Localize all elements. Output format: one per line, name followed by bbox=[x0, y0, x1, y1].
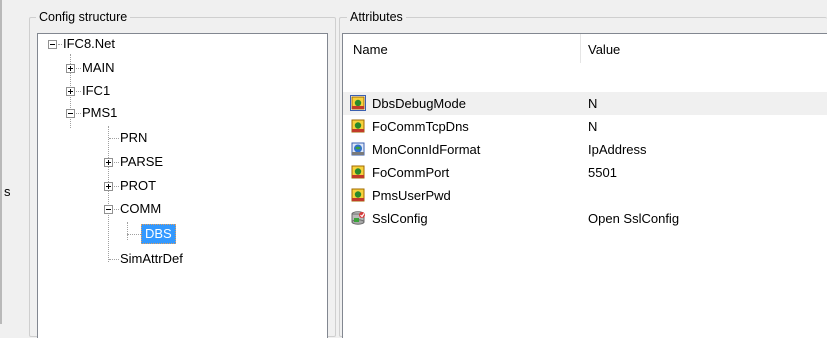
column-header-name[interactable]: Name bbox=[353, 42, 388, 57]
collapse-icon[interactable] bbox=[66, 109, 75, 118]
list-row-focommtcpdns[interactable]: FoCommTcpDns N bbox=[343, 115, 827, 138]
tree-node-label: PMS1 bbox=[82, 105, 118, 120]
tree-node-label: PROT bbox=[120, 178, 157, 193]
tree-node-label: MAIN bbox=[82, 60, 115, 75]
attribute-value: N bbox=[588, 96, 598, 111]
attributes-title: Attributes bbox=[347, 9, 406, 25]
list-row-dbsdebugmode[interactable]: DbsDebugMode N bbox=[343, 92, 827, 115]
tree-node-label: COMM bbox=[120, 201, 162, 216]
attribute-name: PmsUserPwd bbox=[372, 188, 451, 203]
attribute-name: SslConfig bbox=[372, 211, 428, 226]
attributes-list[interactable]: Name Value DbsDebugMode N FoCommTcpDns N bbox=[342, 33, 827, 338]
attribute-icon bbox=[351, 165, 365, 179]
config-tree[interactable]: IFC8.Net MAIN IFC1 PMS1 PRN PARSE PROT C… bbox=[37, 33, 328, 338]
expand-icon[interactable] bbox=[104, 182, 113, 191]
attribute-icon bbox=[351, 188, 365, 202]
attribute-icon bbox=[351, 119, 365, 133]
config-structure-title: Config structure bbox=[36, 9, 131, 25]
tree-node-label: IFC8.Net bbox=[63, 36, 116, 51]
tree-node-label: PRN bbox=[120, 130, 148, 145]
expand-icon[interactable] bbox=[66, 64, 75, 73]
expand-icon[interactable] bbox=[104, 158, 113, 167]
ssl-config-icon bbox=[351, 211, 365, 225]
list-row-monconnidformat[interactable]: MonConnIdFormat IpAddress bbox=[343, 138, 827, 161]
column-header-value[interactable]: Value bbox=[588, 42, 620, 57]
tree-node-label: IFC1 bbox=[82, 83, 111, 98]
attribute-name: FoCommTcpDns bbox=[372, 119, 469, 134]
collapse-icon[interactable] bbox=[48, 40, 57, 49]
stray-text: s bbox=[4, 184, 11, 199]
tree-line bbox=[127, 222, 128, 240]
tree-line bbox=[108, 126, 109, 262]
tree-node-label-selected: DBS bbox=[141, 224, 176, 244]
attribute-icon bbox=[350, 95, 366, 111]
tree-node-label: SimAttrDef bbox=[120, 251, 183, 266]
attribute-value: 5501 bbox=[588, 165, 617, 180]
list-row-sslconfig[interactable]: SslConfig Open SslConfig bbox=[343, 207, 827, 230]
collapse-icon[interactable] bbox=[104, 205, 113, 214]
attribute-name: MonConnIdFormat bbox=[372, 142, 481, 157]
expand-icon[interactable] bbox=[66, 87, 75, 96]
attributes-group: Attributes Name Value DbsDebugMode N FoC… bbox=[339, 9, 827, 338]
list-row-focommport[interactable]: FoCommPort 5501 bbox=[343, 161, 827, 184]
globe-attribute-icon bbox=[351, 142, 365, 156]
window-left-edge bbox=[0, 0, 2, 324]
attribute-name: DbsDebugMode bbox=[372, 96, 466, 111]
attribute-value: IpAddress bbox=[588, 142, 647, 157]
attribute-name: FoCommPort bbox=[372, 165, 450, 180]
tree-node-label: PARSE bbox=[120, 154, 164, 169]
config-structure-group: Config structure IFC8.Net MAIN IFC1 PMS1 bbox=[29, 9, 336, 338]
list-header: Name Value bbox=[343, 34, 827, 64]
attribute-value: N bbox=[588, 119, 598, 134]
column-divider[interactable] bbox=[580, 34, 581, 63]
attribute-value: Open SslConfig bbox=[588, 211, 680, 226]
list-row-pmsuserpwd[interactable]: PmsUserPwd bbox=[343, 184, 827, 207]
